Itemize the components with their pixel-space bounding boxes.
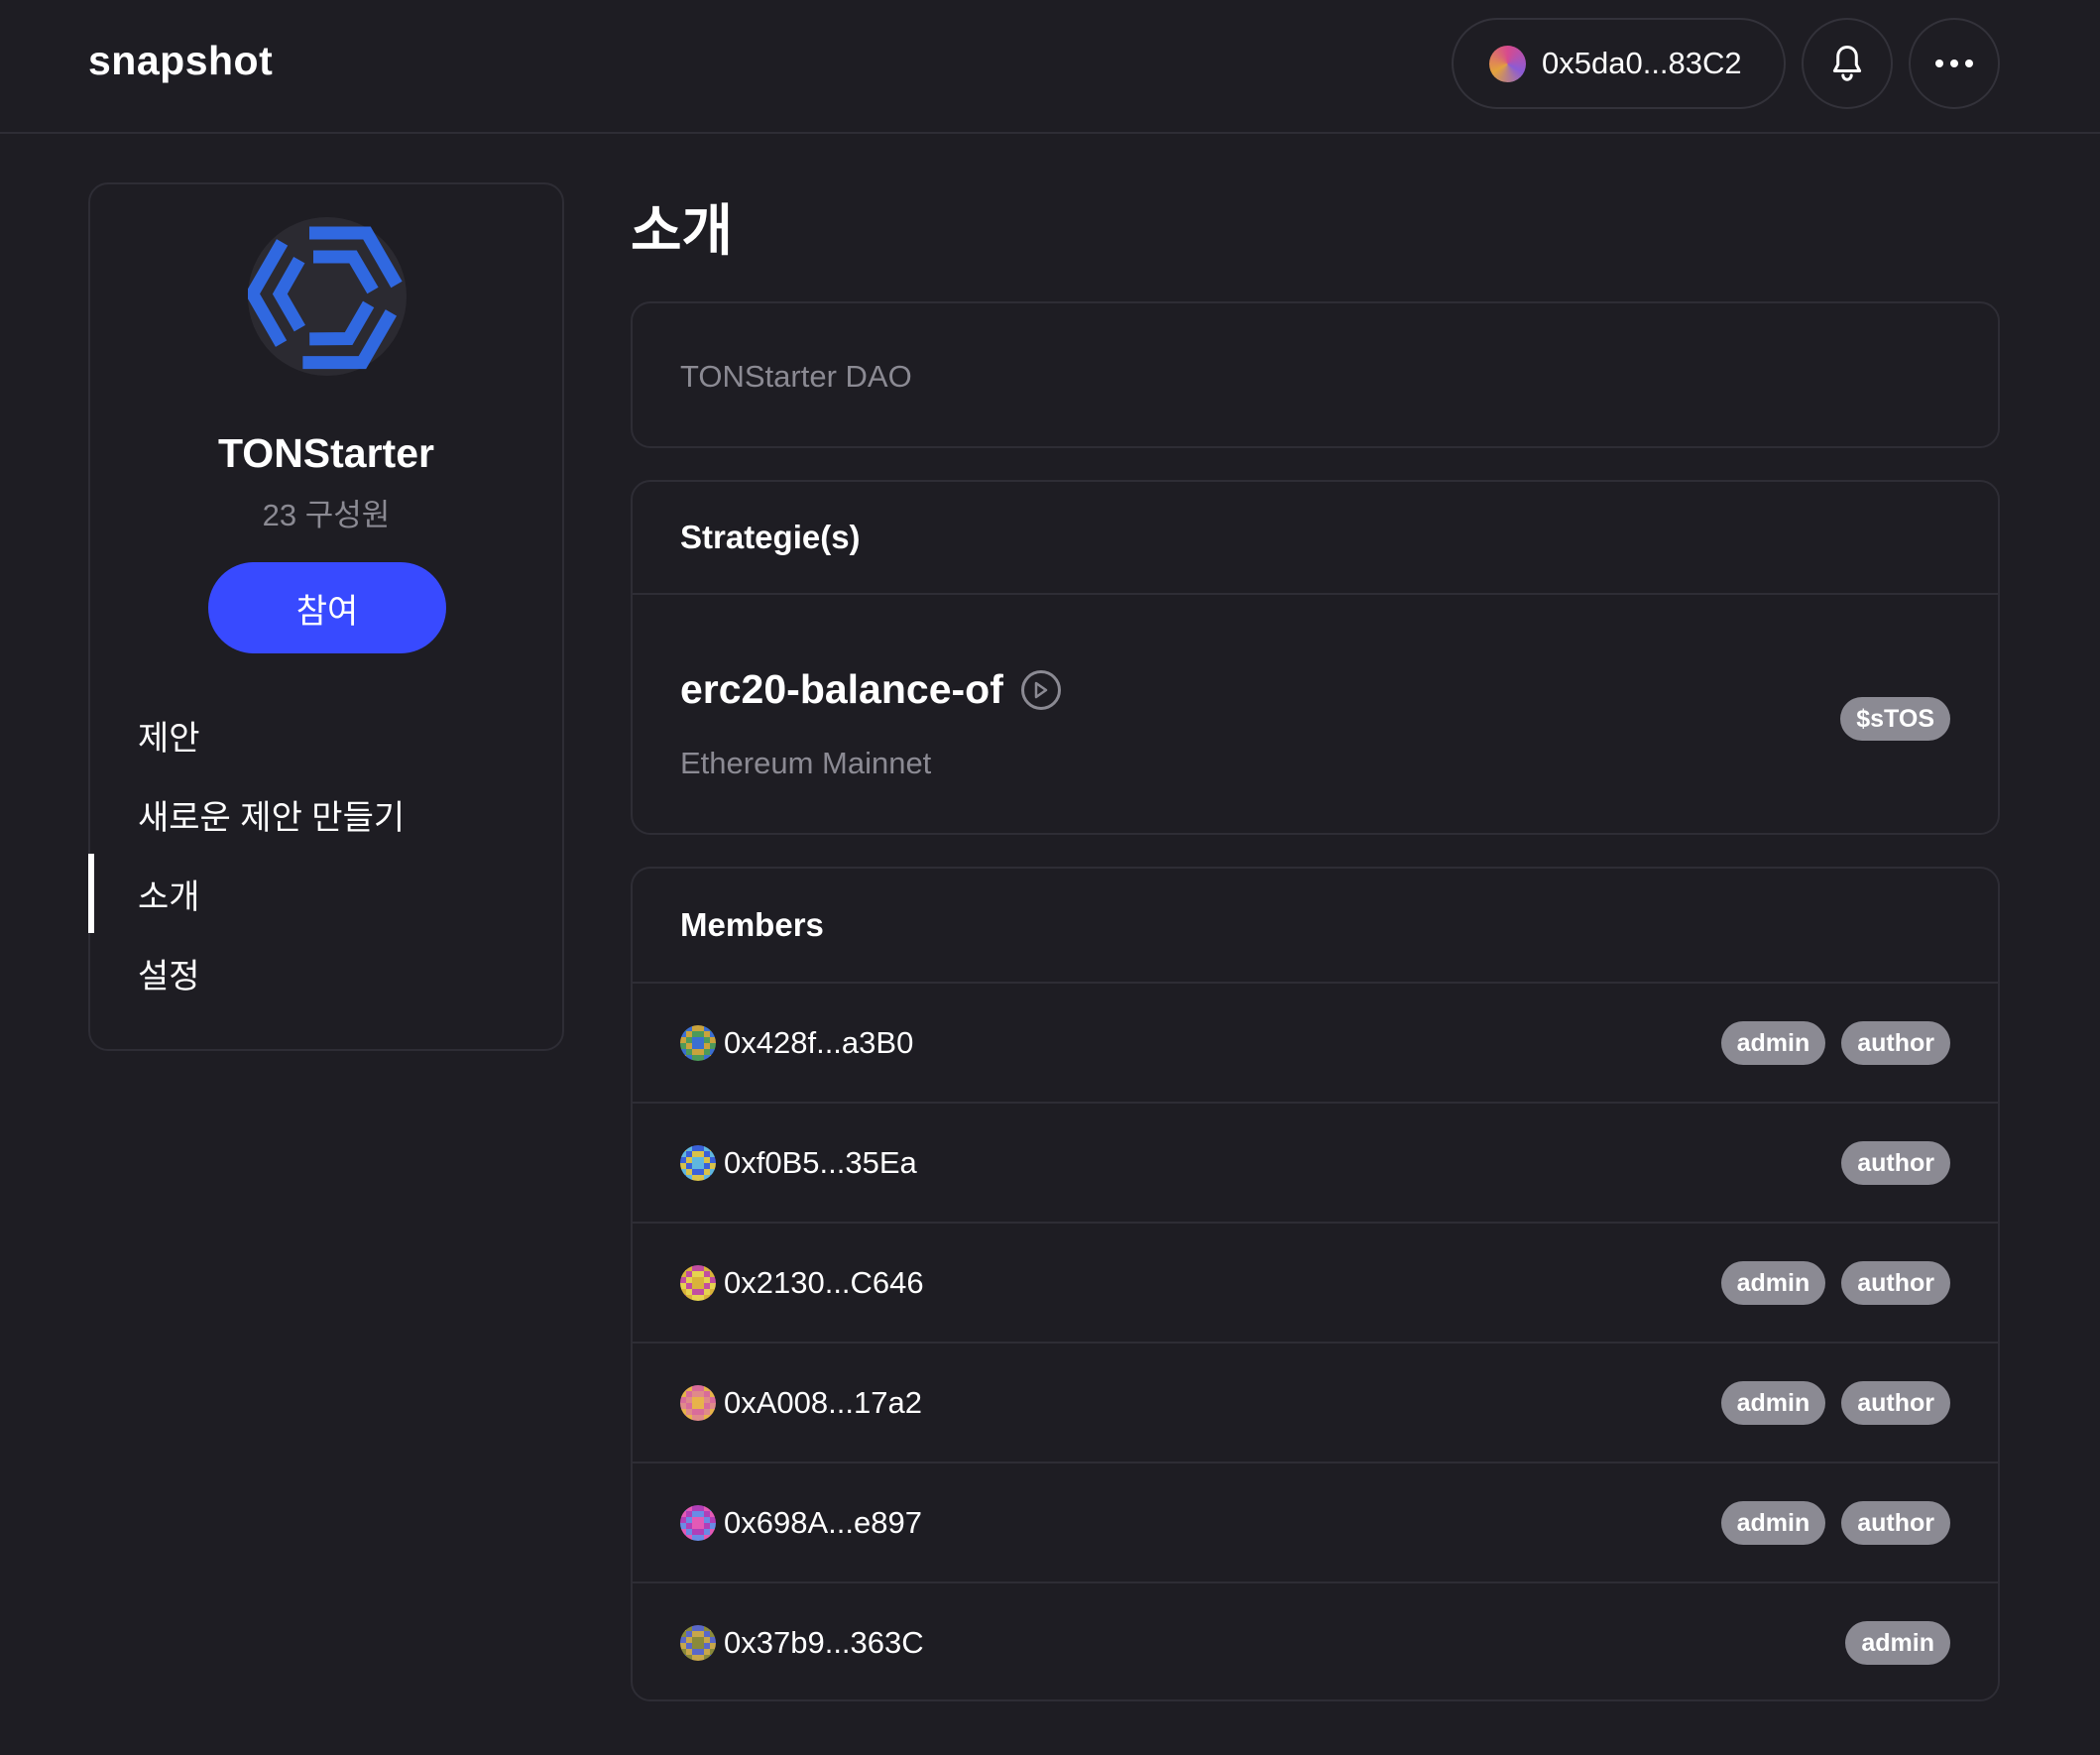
nav-item-new-proposal[interactable]: 새로운 제안 만들기 bbox=[90, 774, 562, 854]
member-avatar bbox=[680, 1624, 716, 1661]
member-row[interactable]: 0xf0B5...35Ea author bbox=[633, 1102, 1998, 1222]
join-button[interactable]: 참여 bbox=[208, 562, 446, 653]
member-avatar bbox=[680, 1504, 716, 1541]
member-avatar bbox=[680, 1384, 716, 1421]
account-address: 0x5da0...83C2 bbox=[1542, 46, 1742, 80]
role-badge-admin: admin bbox=[1720, 1501, 1826, 1545]
nav-item-label: 소개 bbox=[138, 878, 200, 916]
role-badge-admin: admin bbox=[1845, 1621, 1950, 1665]
member-address[interactable]: 0xA008...17a2 bbox=[724, 1385, 922, 1421]
nav-item-about[interactable]: 소개 bbox=[88, 854, 562, 933]
member-list: 0x428f...a3B0 admin author 0xf0B5...35Ea aut… bbox=[633, 982, 1998, 1701]
member-row[interactable]: 0xA008...17a2 admin author bbox=[633, 1342, 1998, 1462]
tonstarter-logo-icon bbox=[248, 226, 403, 376]
member-roles: author bbox=[1841, 1141, 1950, 1185]
member-address[interactable]: 0xf0B5...35Ea bbox=[724, 1145, 917, 1181]
more-menu-button[interactable] bbox=[1909, 18, 2000, 109]
play-icon[interactable] bbox=[1020, 669, 1061, 710]
more-horizontal-icon bbox=[1935, 59, 1973, 67]
member-address[interactable]: 0x428f...a3B0 bbox=[724, 1025, 913, 1061]
about-card: TONStarter DAO bbox=[631, 301, 2000, 448]
strategy-name: erc20-balance-of bbox=[680, 666, 1061, 713]
play-triangle-icon bbox=[1034, 681, 1048, 698]
member-roles: admin author bbox=[1720, 1261, 1950, 1305]
bell-icon bbox=[1832, 46, 1862, 81]
member-address[interactable]: 0x2130...C646 bbox=[724, 1265, 924, 1301]
members-heading: Members bbox=[680, 906, 824, 943]
role-badge-author: author bbox=[1841, 1381, 1950, 1425]
page-title: 소개 bbox=[631, 199, 734, 262]
member-avatar bbox=[680, 1024, 716, 1061]
about-description: TONStarter DAO bbox=[680, 359, 912, 394]
space-sidebar: TONStarter 23 구성원 참여 제안 새로운 제안 만들기 소개 설정 bbox=[88, 182, 564, 1051]
role-badge-author: author bbox=[1841, 1501, 1950, 1545]
role-badge-author: author bbox=[1841, 1141, 1950, 1185]
member-address[interactable]: 0x698A...e897 bbox=[724, 1505, 922, 1541]
nav-item-label: 제안 bbox=[138, 719, 200, 758]
space-name: TONStarter bbox=[218, 430, 434, 476]
member-roles: admin author bbox=[1720, 1381, 1950, 1425]
member-row[interactable]: 0x428f...a3B0 admin author bbox=[633, 982, 1998, 1102]
members-card: Members 0x428f...a3B0 admin author 0xf0B5..… bbox=[631, 867, 2000, 1701]
account-avatar bbox=[1489, 45, 1526, 82]
role-badge-author: author bbox=[1841, 1021, 1950, 1065]
member-row[interactable]: 0x37b9...363C admin bbox=[633, 1581, 1998, 1701]
space-logo bbox=[248, 217, 407, 376]
strategy-network: Ethereum Mainnet bbox=[680, 746, 932, 780]
strategies-card: Strategie(s) erc20-balance-of Ethereum M… bbox=[631, 480, 2000, 835]
brand-logo[interactable]: snapshot bbox=[88, 38, 273, 84]
top-bar: snapshot 0x5da0...83C2 bbox=[0, 0, 2100, 134]
space-nav: 제안 새로운 제안 만들기 소개 설정 bbox=[88, 695, 562, 1012]
member-row[interactable]: 0x2130...C646 admin author bbox=[633, 1222, 1998, 1342]
nav-item-label: 새로운 제안 만들기 bbox=[138, 798, 406, 837]
role-badge-author: author bbox=[1841, 1261, 1950, 1305]
member-avatar bbox=[680, 1264, 716, 1301]
member-row[interactable]: 0x698A...e897 admin author bbox=[633, 1462, 1998, 1581]
nav-item-settings[interactable]: 설정 bbox=[90, 933, 562, 1012]
role-badge-admin: admin bbox=[1720, 1021, 1826, 1065]
nav-item-proposals[interactable]: 제안 bbox=[90, 695, 562, 774]
role-badge-admin: admin bbox=[1720, 1261, 1826, 1305]
role-badge-admin: admin bbox=[1720, 1381, 1826, 1425]
member-count: 23 구성원 bbox=[262, 498, 391, 532]
strategy-symbol-badge: $sTOS bbox=[1840, 697, 1950, 741]
member-avatar bbox=[680, 1144, 716, 1181]
account-button[interactable]: 0x5da0...83C2 bbox=[1452, 18, 1786, 109]
member-address[interactable]: 0x37b9...363C bbox=[724, 1625, 924, 1661]
member-roles: admin author bbox=[1720, 1021, 1950, 1065]
member-roles: admin bbox=[1845, 1621, 1950, 1665]
member-roles: admin author bbox=[1720, 1501, 1950, 1545]
nav-item-label: 설정 bbox=[138, 957, 200, 995]
strategies-heading: Strategie(s) bbox=[633, 482, 1998, 595]
strategy-name-text: erc20-balance-of bbox=[680, 666, 1003, 712]
notifications-button[interactable] bbox=[1802, 18, 1893, 109]
